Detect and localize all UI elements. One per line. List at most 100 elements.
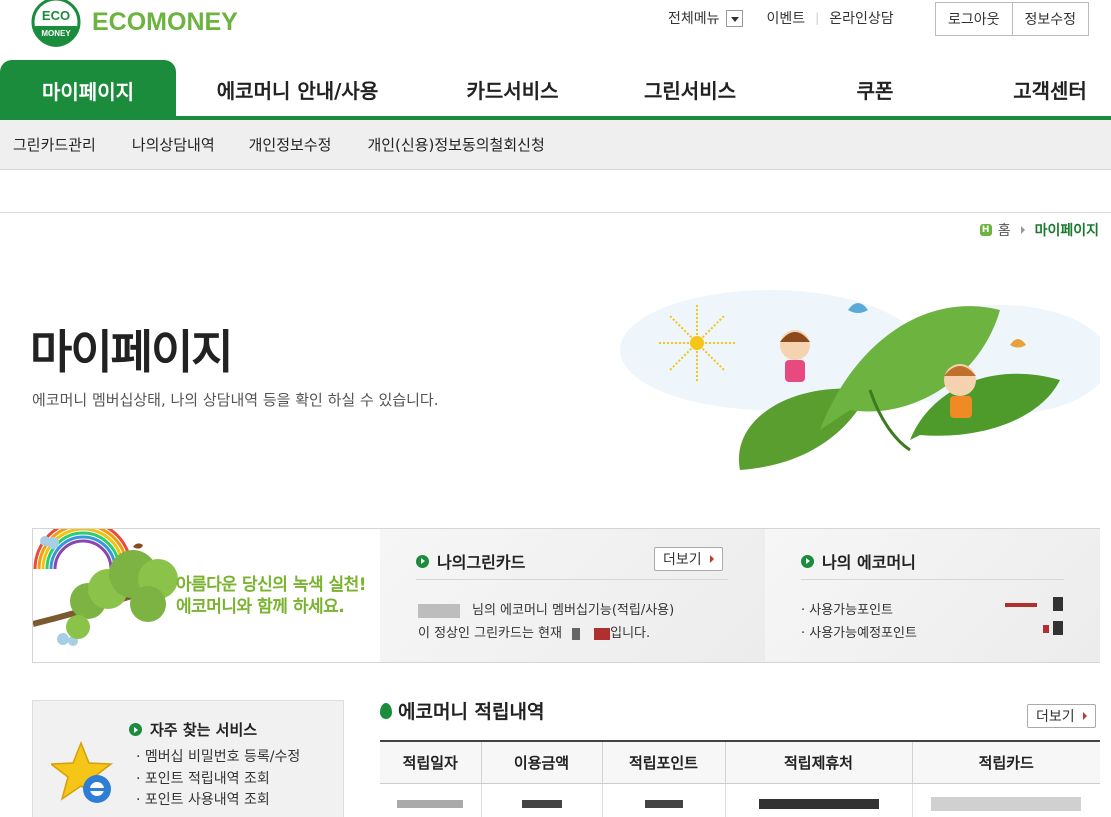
nav-card-service[interactable]: 카드서비스 xyxy=(430,60,595,118)
green-card-line1: 님의 에코머니 멤버십기능(적립/사용) xyxy=(418,599,674,618)
arrow-circle-icon xyxy=(416,554,429,568)
arrow-right-icon xyxy=(1082,712,1087,720)
freq-link-accrual-history[interactable]: 포인트 적립내역 조회 xyxy=(136,769,300,791)
masked-value xyxy=(931,796,1082,811)
accrual-title-text: 에코머니 적립내역 xyxy=(398,701,545,723)
subnav-consent-withdraw[interactable]: 개인(신용)정보동의철회신청 xyxy=(367,134,544,155)
accrual-table: 적립일자 이용금액 적립포인트 적립제휴처 적립카드 xyxy=(380,740,1100,817)
nav-green-service[interactable]: 그린서비스 xyxy=(610,60,770,118)
event-link[interactable]: 이벤트 xyxy=(767,8,806,28)
section-rule xyxy=(416,579,728,580)
link-separator: | xyxy=(815,11,820,25)
membership-info-box: 아름다운 당신의 녹색 실천! 에코머니와 함께 하세요. 나의그린카드 더보기… xyxy=(32,528,1100,663)
breadcrumb-arrow-icon xyxy=(1020,226,1025,234)
arrow-right-icon xyxy=(709,555,714,563)
green-card-line2-suffix: 입니다. xyxy=(610,626,651,641)
cell-partner xyxy=(725,783,913,817)
green-card-title-text: 나의그린카드 xyxy=(437,553,526,572)
promo-slogan-line1: 아름다운 당신의 녹색 실천! xyxy=(176,575,367,595)
subnav-consult-history[interactable]: 나의상담내역 xyxy=(132,134,215,155)
masked-value xyxy=(521,799,562,808)
page-title: 마이페이지 xyxy=(30,325,234,379)
nav-coupon[interactable]: 쿠폰 xyxy=(830,60,920,118)
col-partner: 적립제휴처 xyxy=(725,740,913,784)
accrual-more-button[interactable]: 더보기 xyxy=(1027,704,1096,728)
table-row xyxy=(380,783,1100,817)
my-ecomoney-section: 나의 에코머니 · 사용가능포인트 · 사용가능예정포인트 xyxy=(765,529,1100,662)
masked-expected-points-unit xyxy=(1053,621,1063,635)
expected-points-row: · 사용가능예정포인트 xyxy=(801,626,917,641)
arrow-circle-icon xyxy=(801,554,814,568)
nav-mypage[interactable]: 마이페이지 xyxy=(0,60,176,120)
freq-link-password[interactable]: 멤버십 비밀번호 등록/수정 xyxy=(136,747,300,769)
col-amount: 이용금액 xyxy=(481,740,603,784)
green-card-more-button[interactable]: 더보기 xyxy=(654,547,723,571)
home-icon: H xyxy=(979,224,992,236)
promo-banner: 아름다운 당신의 녹색 실천! 에코머니와 함께 하세요. xyxy=(33,529,380,662)
section-rule xyxy=(801,579,1064,580)
logo-eco-text: ECO xyxy=(42,8,70,23)
col-card: 적립카드 xyxy=(912,740,1100,784)
nav-customer-center[interactable]: 고객센터 xyxy=(990,60,1110,118)
subnav-greencard[interactable]: 그린카드관리 xyxy=(13,134,96,155)
ecomoney-logo[interactable]: ECO MONEY ECOMONEY xyxy=(30,0,250,52)
frequent-services-box: 자주 찾는 서비스 멤버십 비밀번호 등록/수정 포인트 적립내역 조회 포인트… xyxy=(32,700,344,817)
masked-name xyxy=(418,603,460,618)
table-header-row: 적립일자 이용금액 적립포인트 적립제휴처 적립카드 xyxy=(380,740,1100,784)
my-green-card-section: 나의그린카드 더보기 님의 에코머니 멤버십기능(적립/사용) 이 정상인 그린… xyxy=(380,529,765,662)
frequent-services-list: 멤버십 비밀번호 등록/수정 포인트 적립내역 조회 포인트 사용내역 조회 xyxy=(136,747,300,812)
masked-available-points-unit xyxy=(1053,597,1063,611)
freq-link-usage-history[interactable]: 포인트 사용내역 조회 xyxy=(136,790,300,812)
expected-points-label: 사용가능예정포인트 xyxy=(809,626,917,641)
main-nav: 마이페이지 에코머니 안내/사용 카드서비스 그린서비스 쿠폰 고객센터 xyxy=(0,60,1111,120)
cell-card xyxy=(912,783,1100,817)
available-points-row: · 사용가능포인트 xyxy=(801,603,893,618)
ecomoney-title: 나의 에코머니 xyxy=(801,549,916,573)
cell-date xyxy=(380,783,482,817)
chevron-down-icon[interactable] xyxy=(725,9,743,27)
top-buttons: 로그아웃 정보수정 xyxy=(935,2,1090,36)
col-date: 적립일자 xyxy=(380,740,482,784)
green-card-title: 나의그린카드 xyxy=(416,549,525,573)
all-menu-label: 전체메뉴 xyxy=(668,11,720,27)
masked-value xyxy=(644,799,683,808)
subnav-edit-profile[interactable]: 개인정보수정 xyxy=(249,134,332,155)
col-points: 적립포인트 xyxy=(602,740,726,784)
promo-slogan-line2: 에코머니와 함께 하세요. xyxy=(176,597,345,617)
breadcrumb: H 홈 마이페이지 xyxy=(979,220,1099,240)
frequent-services-title: 자주 찾는 서비스 xyxy=(129,719,257,740)
logout-button[interactable]: 로그아웃 xyxy=(935,2,1013,36)
leaf-icon xyxy=(380,702,392,719)
masked-value xyxy=(397,799,464,808)
nav-ecomoney-guide[interactable]: 에코머니 안내/사용 xyxy=(200,60,395,118)
green-card-line2: 이 정상인 그린카드는 현재 입니다. xyxy=(418,622,650,641)
masked-status-a xyxy=(572,627,581,640)
frequent-services-title-text: 자주 찾는 서비스 xyxy=(150,721,258,739)
more-label: 더보기 xyxy=(663,552,702,568)
cell-points xyxy=(602,783,726,817)
online-consult-link[interactable]: 온라인상담 xyxy=(829,8,893,28)
logo-wordmark: ECOMONEY xyxy=(92,8,238,36)
cell-amount xyxy=(481,783,603,817)
green-card-line2-prefix: 이 정상인 그린카드는 현재 xyxy=(418,626,562,641)
masked-expected-points xyxy=(1043,625,1049,633)
logo-money-text: MONEY xyxy=(41,29,71,38)
page-description: 에코머니 멤버십상태, 나의 상담내역 등을 확인 하실 수 있습니다. xyxy=(32,391,439,409)
all-menu-link[interactable]: 전체메뉴 xyxy=(668,8,743,28)
more-label: 더보기 xyxy=(1036,709,1075,725)
edit-info-button[interactable]: 정보수정 xyxy=(1012,2,1090,36)
star-ie-icon xyxy=(51,740,114,803)
accrual-title: 에코머니 적립내역 xyxy=(380,697,544,724)
promo-slogan: 아름다운 당신의 녹색 실천! 에코머니와 함께 하세요. xyxy=(176,574,367,618)
content-divider xyxy=(0,212,1111,213)
sub-nav: 그린카드관리 나의상담내역 개인정보수정 개인(신용)정보동의철회신청 xyxy=(0,120,1111,170)
green-card-line1-text: 님의 에코머니 멤버십기능(적립/사용) xyxy=(472,603,675,618)
top-links: 전체메뉴 이벤트 | 온라인상담 xyxy=(668,8,894,28)
breadcrumb-current: 마이페이지 xyxy=(1034,223,1099,239)
breadcrumb-home[interactable]: 홈 xyxy=(998,220,1011,240)
arrow-circle-icon xyxy=(129,723,142,736)
masked-value xyxy=(758,798,879,809)
masked-status-b xyxy=(594,627,611,640)
ecomoney-title-text: 나의 에코머니 xyxy=(822,553,916,572)
hero-illustration xyxy=(620,270,1110,490)
